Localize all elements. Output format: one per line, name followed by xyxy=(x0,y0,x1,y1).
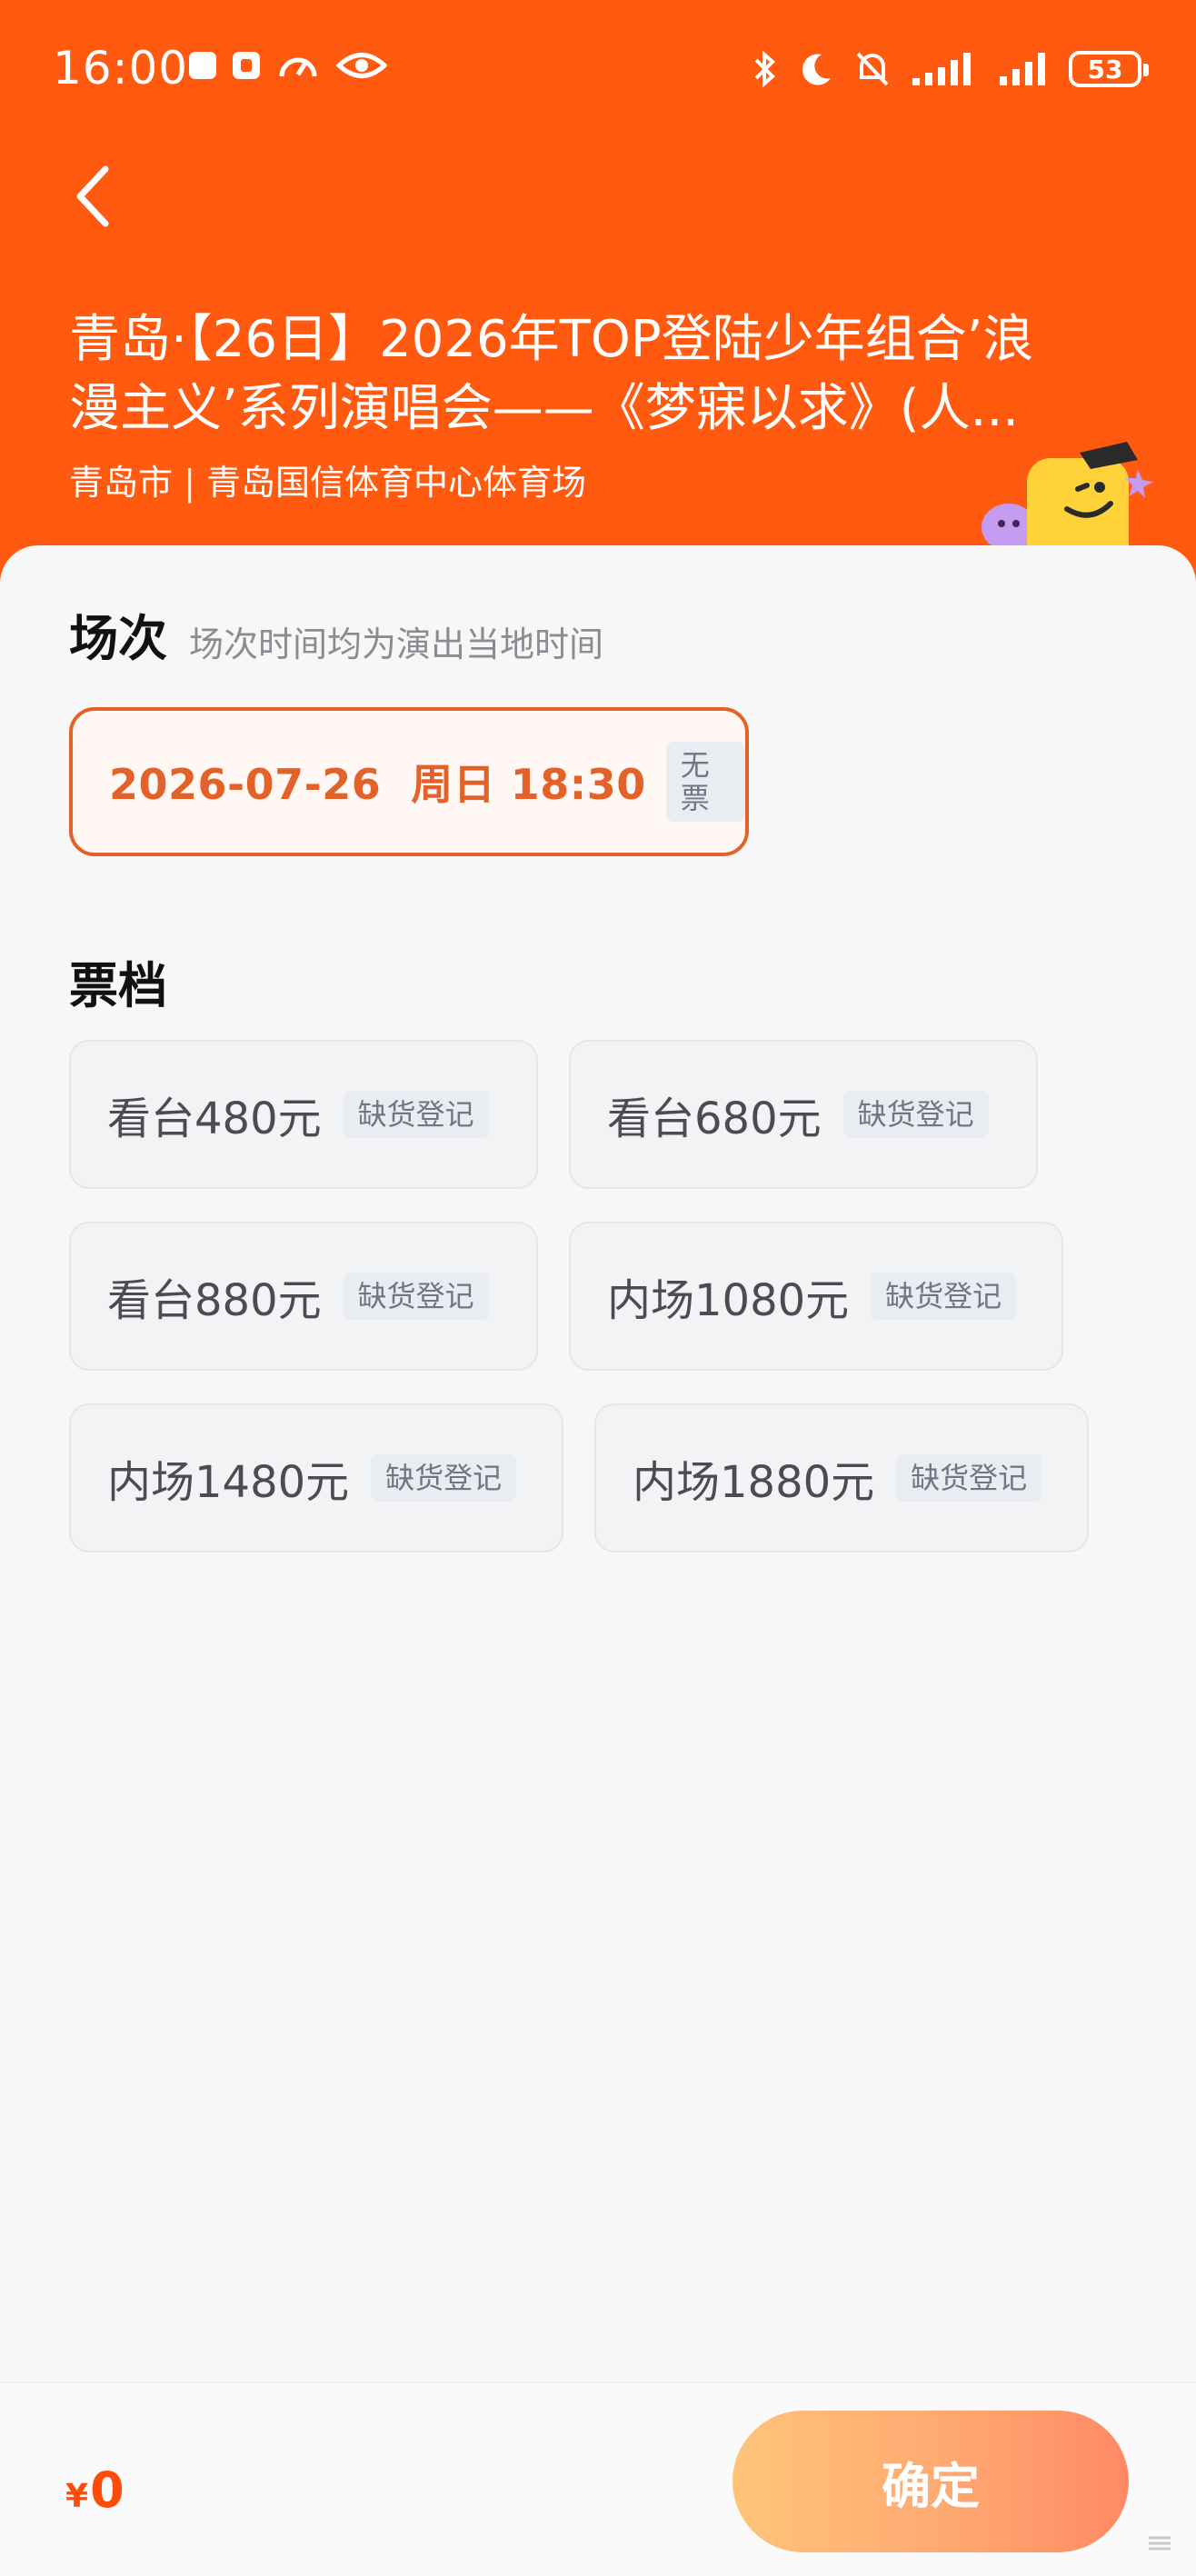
confirm-button[interactable]: 确定 xyxy=(733,2411,1129,2552)
gesture-handle-icon xyxy=(1149,2536,1171,2551)
session-datetime: 2026-07-26 周日 18:30 xyxy=(109,760,646,809)
session-note: 场次时间均为演出当地时间 xyxy=(189,624,604,664)
back-arrow-icon xyxy=(76,165,109,227)
event-venue: 青岛市 | 青岛国信体育中心体育场 xyxy=(69,463,586,503)
selection-sheet: 场次 场次时间均为演出当地时间 2026-07-26 周日 18:30 无票 票… xyxy=(0,545,1196,2574)
ticket-tier-price: 内场1480元 xyxy=(107,1457,350,1508)
status-system-icons: 53 xyxy=(752,49,1149,89)
ticket-tier-option[interactable]: 看台880元 缺货登记 xyxy=(69,1222,538,1371)
status-notification-icons xyxy=(189,49,387,82)
moon-icon xyxy=(802,54,831,85)
ticket-tier-price: 看台880元 xyxy=(107,1275,322,1326)
app-notification-icon xyxy=(233,52,260,79)
total-price: ¥0 xyxy=(65,2461,125,2519)
ticket-tier-option[interactable]: 内场1080元 缺货登记 xyxy=(569,1222,1063,1371)
back-button[interactable] xyxy=(67,160,122,233)
waitlist-badge: 缺货登记 xyxy=(871,1273,1017,1320)
battery-icon: 53 xyxy=(1069,51,1149,87)
speedometer-icon xyxy=(279,57,317,77)
signal-icon xyxy=(912,53,971,85)
ticket-tier-price: 内场1080元 xyxy=(607,1275,850,1326)
status-time: 16:00 xyxy=(53,42,189,95)
waitlist-badge: 缺货登记 xyxy=(371,1454,517,1502)
ticket-tier-option[interactable]: 看台680元 缺货登记 xyxy=(569,1040,1038,1189)
bluetooth-icon xyxy=(754,50,775,88)
status-bar: 16:00 53 xyxy=(0,0,1196,144)
session-status-badge: 无票 xyxy=(665,742,745,822)
waitlist-badge: 缺货登记 xyxy=(842,1091,989,1138)
total-amount: 0 xyxy=(90,2461,125,2519)
session-option-selected[interactable]: 2026-07-26 周日 18:30 无票 xyxy=(69,707,749,856)
waitlist-badge: 缺货登记 xyxy=(896,1454,1042,1502)
ticket-tier-price: 看台680元 xyxy=(607,1093,822,1144)
mute-bell-icon xyxy=(856,52,889,86)
signal-icon xyxy=(1000,53,1045,85)
event-title-line-1: 青岛·【26日】2026年TOP登陆少年组合’浪 xyxy=(69,310,1034,369)
header: 16:00 53 青岛·【26日】2026年TOP登陆少年组合’浪 漫主义’系列… xyxy=(0,0,1196,582)
waitlist-badge: 缺货登记 xyxy=(343,1091,489,1138)
currency-symbol: ¥ xyxy=(65,2478,89,2515)
ticket-tier-price: 内场1880元 xyxy=(633,1457,875,1508)
session-heading: 场次 xyxy=(69,610,167,667)
bottom-action-bar: ¥0 确定 xyxy=(0,2381,1196,2576)
eye-icon xyxy=(336,53,387,78)
app-notification-icon xyxy=(189,52,216,79)
ticket-tier-option[interactable]: 内场1480元 缺货登记 xyxy=(69,1403,563,1553)
ticket-tier-heading: 票档 xyxy=(69,957,167,1014)
event-title: 青岛·【26日】2026年TOP登陆少年组合’浪 漫主义’系列演唱会——《梦寐以… xyxy=(69,305,1178,444)
ticket-tier-option[interactable]: 看台480元 缺货登记 xyxy=(69,1040,538,1189)
ticket-tier-price: 看台480元 xyxy=(107,1093,322,1144)
waitlist-badge: 缺货登记 xyxy=(343,1273,489,1320)
ticket-tier-option[interactable]: 内场1880元 缺货登记 xyxy=(594,1403,1089,1553)
